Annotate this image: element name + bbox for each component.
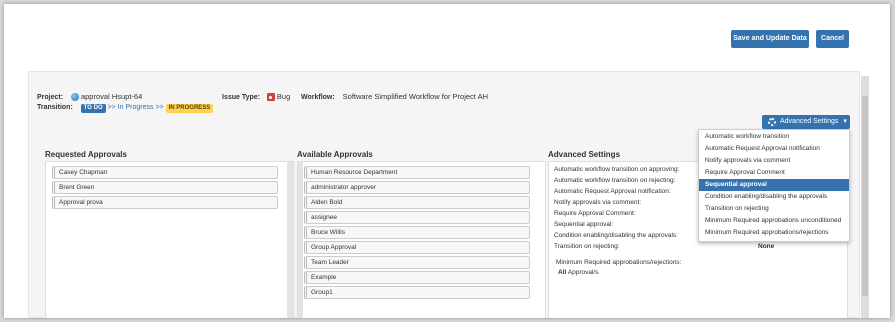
min-required-value-bold: All (558, 269, 567, 276)
adv-setting-label: Sequential approval: (554, 221, 614, 228)
menu-item[interactable]: Minimum Required approbations/rejections (699, 227, 849, 239)
menu-item-selected[interactable]: Sequential approval (699, 179, 849, 191)
adv-setting-label: Automatic workflow transition on approvi… (554, 166, 680, 173)
advanced-settings-button[interactable]: Advanced Settings ▾ (762, 115, 850, 129)
requested-approvals-list[interactable]: Casey Chapman Brent Green Approval prova (45, 161, 294, 318)
gear-icon (768, 118, 776, 126)
project-label: Project: (37, 94, 64, 101)
available-item[interactable]: Human Resource Department (304, 166, 530, 179)
save-update-button[interactable]: Save and Update Data (731, 30, 809, 48)
requested-item[interactable]: Brent Green (52, 181, 278, 194)
adv-setting-label: Transition on rejecting: (554, 243, 620, 250)
menu-item[interactable]: Notify approvals via comment (699, 155, 849, 167)
issue-type-value: Bug (276, 92, 291, 101)
status-badge-todo: TO DO (80, 104, 106, 113)
requested-approvals-title: Requested Approvals (45, 150, 127, 159)
min-required-value: All Approval/s (558, 269, 598, 276)
transition-on-rejecting-value: None (758, 243, 775, 250)
project-row: Project: approval Hsupt-64 (37, 92, 142, 102)
advanced-settings-menu: Automatic workflow transition Automatic … (698, 129, 850, 242)
available-item[interactable]: Group1 (304, 286, 530, 299)
available-item[interactable]: Alden Bold (304, 196, 530, 209)
project-value[interactable]: approval Hsupt-64 (81, 92, 142, 101)
menu-item[interactable]: Automatic workflow transition (699, 131, 849, 143)
adv-setting-label: Require Approval Comment: (554, 210, 636, 217)
dialog-frame: Save and Update Data Cancel Project: app… (4, 4, 890, 318)
issue-type-label: Issue Type: (222, 94, 260, 101)
menu-item[interactable]: Condition enabling/disabling the approva… (699, 191, 849, 203)
status-badge-in-progress: IN PROGRESS (165, 104, 214, 113)
available-item[interactable]: assignee (304, 211, 530, 224)
transition-name-link[interactable]: In Progress (118, 104, 154, 111)
advanced-settings-button-label: Advanced Settings (780, 118, 839, 125)
cancel-button[interactable]: Cancel (816, 30, 849, 48)
requested-item[interactable]: Casey Chapman (52, 166, 278, 179)
menu-item[interactable]: Transition on rejecting (699, 203, 849, 215)
globe-icon (71, 93, 80, 102)
available-approvals-title: Available Approvals (297, 150, 373, 159)
adv-setting-label: Automatic workflow transition on rejecti… (554, 177, 676, 184)
transition-sep-2: >> (155, 104, 164, 111)
transition-row: Transition: TO DO >> In Progress >> IN P… (37, 104, 214, 113)
available-left-scrollbar[interactable] (298, 162, 303, 318)
workflow-label: Workflow: (301, 94, 335, 101)
min-required-label: Minimum Required approbations/rejections… (556, 259, 682, 266)
available-item[interactable]: Bruce Willis (304, 226, 530, 239)
advanced-settings-title: Advanced Settings (548, 150, 621, 159)
requested-scrollbar[interactable] (287, 162, 293, 318)
menu-item[interactable]: Minimum Required approbations unconditio… (699, 215, 849, 227)
adv-setting-label: Notify approvals via comment: (554, 199, 642, 206)
menu-item[interactable]: Automatic Request Approval notification (699, 143, 849, 155)
adv-setting-label: Condition enabling/disabling the approva… (554, 232, 678, 239)
transition-sep-1: >> (107, 104, 116, 111)
transition-label: Transition: (37, 104, 73, 111)
page-scrollbar[interactable] (861, 76, 869, 318)
requested-item[interactable]: Approval prova (52, 196, 278, 209)
workflow-row: Workflow: Software Simplified Workflow f… (301, 92, 488, 101)
available-approvals-list[interactable]: Human Resource Department administrator … (297, 161, 546, 318)
issue-type-row: Issue Type: Bug (222, 92, 291, 102)
available-item[interactable]: Example (304, 271, 530, 284)
available-item[interactable]: Team Leader (304, 256, 530, 269)
menu-item[interactable]: Require Approval Comment (699, 167, 849, 179)
workflow-value: Software Simplified Workflow for Project… (342, 92, 488, 101)
page-scrollbar-thumb[interactable] (862, 96, 868, 296)
adv-setting-label: Automatic Request Approval notification: (554, 188, 671, 195)
available-item[interactable]: Group Approval (304, 241, 530, 254)
bug-icon (266, 93, 275, 102)
caret-down-icon: ▾ (843, 118, 847, 125)
available-item[interactable]: administrator approver (304, 181, 530, 194)
min-required-value-rest: Approval/s (567, 269, 599, 276)
